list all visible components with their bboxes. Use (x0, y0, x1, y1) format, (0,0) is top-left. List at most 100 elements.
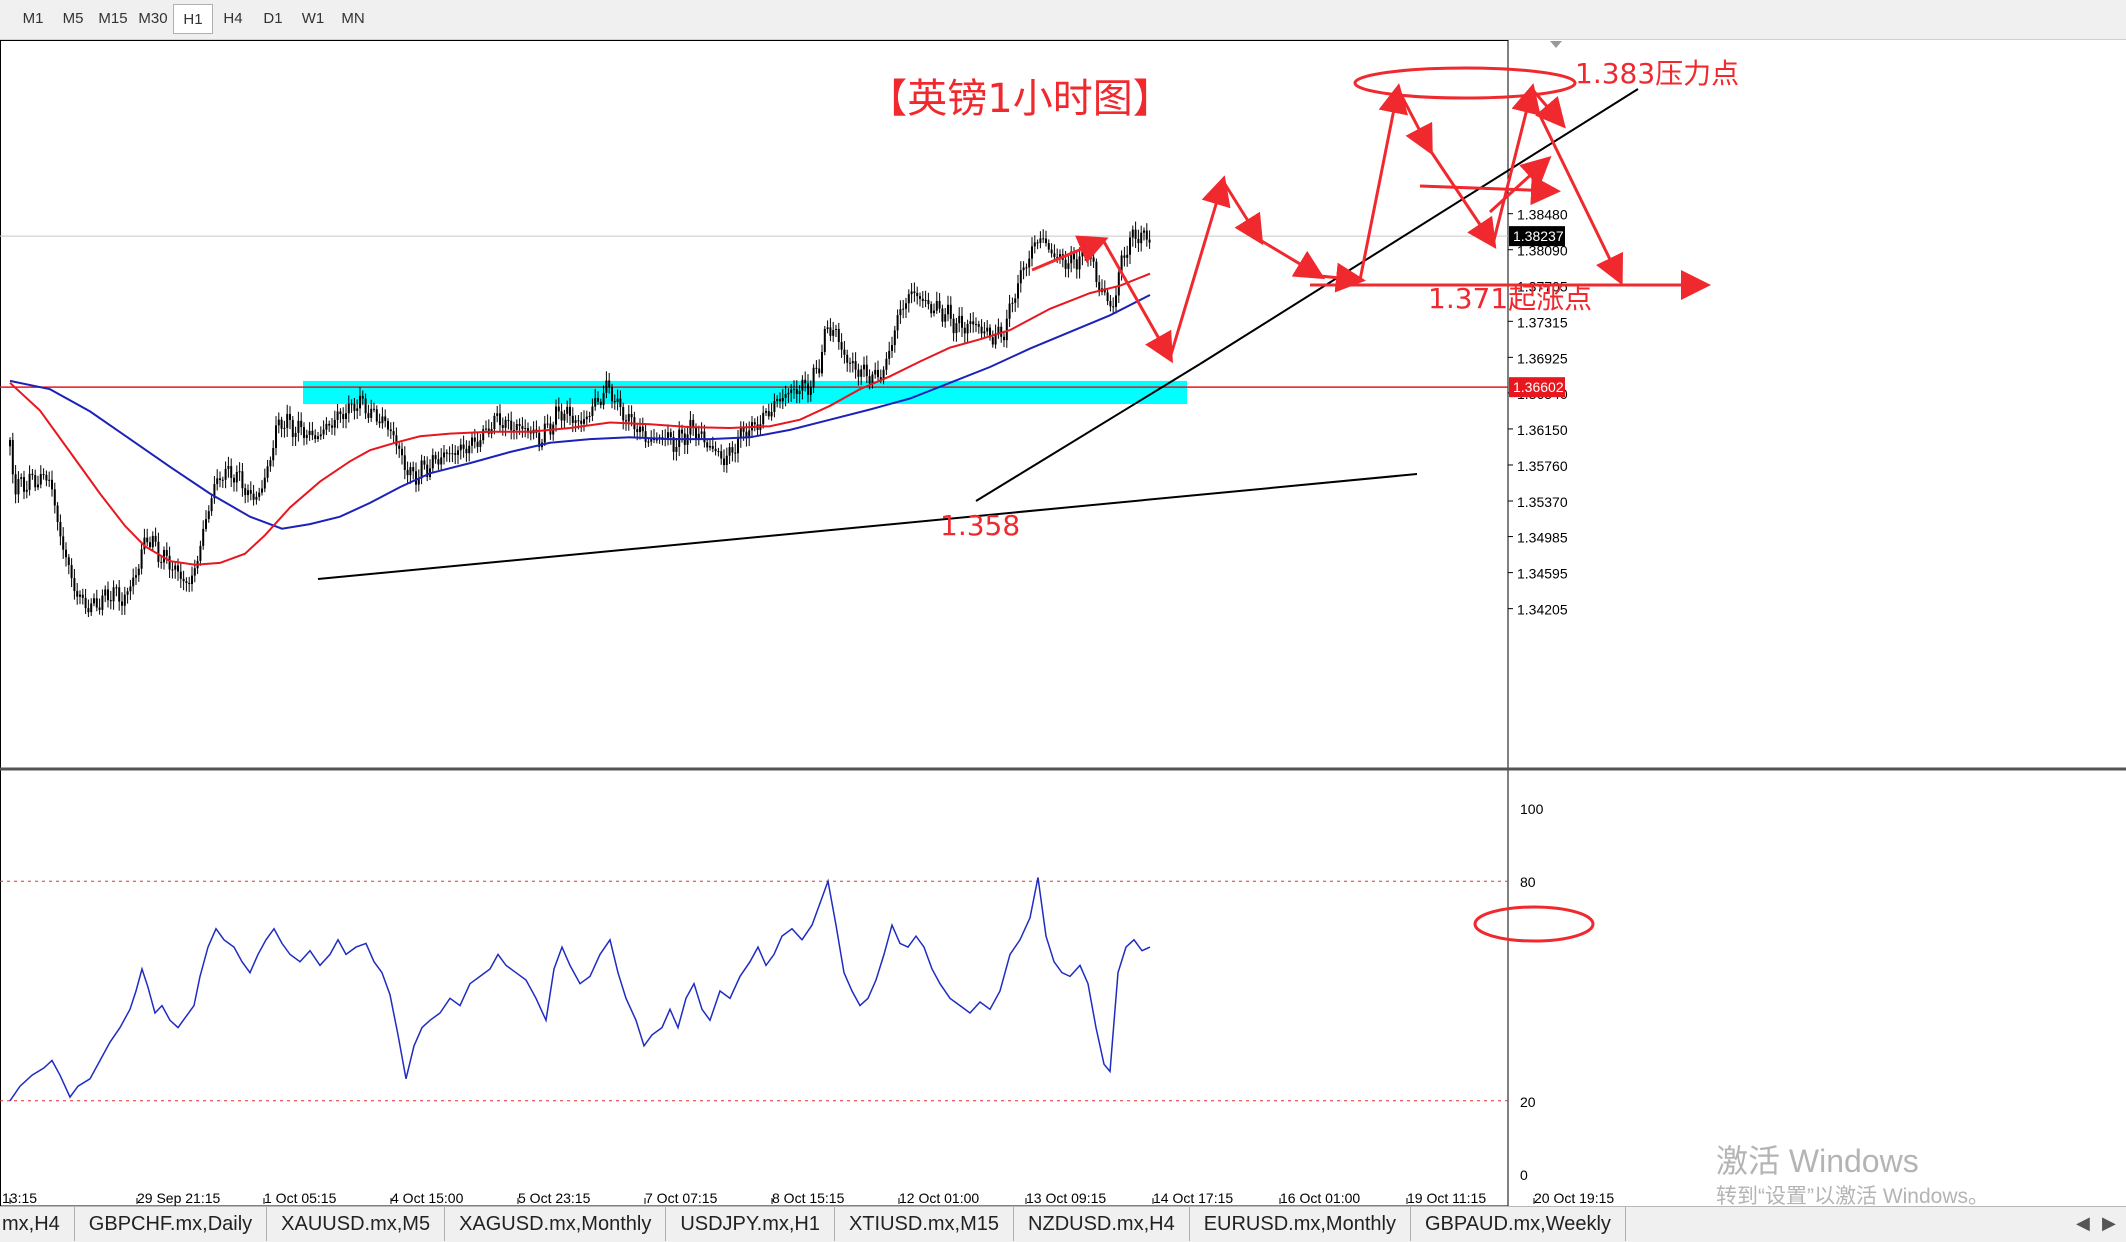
candle-body (667, 432, 669, 439)
candle-body (896, 315, 899, 331)
candle-body (969, 321, 972, 325)
candle-body (471, 437, 473, 446)
tab-scroll-right-icon[interactable]: ▶ (2102, 1213, 2116, 1234)
candle-body (1019, 270, 1022, 284)
candle-body (294, 432, 297, 438)
symbol-tab[interactable]: XTIUSD.mx,M15 (835, 1207, 1015, 1241)
candle-body (753, 422, 756, 425)
candle-body (868, 376, 871, 384)
candle-body (314, 435, 317, 439)
candle-body (207, 511, 210, 520)
symbol-tab[interactable]: XAUUSD.mx,M5 (267, 1207, 446, 1241)
resistance-zone (303, 380, 1187, 404)
candle-body (874, 369, 877, 375)
candle-body (65, 549, 67, 558)
candle-body (1126, 254, 1129, 258)
candle-body (174, 565, 177, 570)
candle-body (807, 383, 809, 395)
time-axis-label: 5 Oct 23:15 (518, 1190, 591, 1206)
current-price-label: 1.38237 (1513, 228, 1564, 244)
timeframe-button-d1[interactable]: D1 (253, 4, 293, 34)
time-axis-label: 14 Oct 17:15 (1153, 1190, 1233, 1206)
candle-body (272, 448, 275, 461)
rsi-ellipse (1473, 905, 1595, 943)
candle-body (345, 413, 347, 419)
candle-body (493, 415, 496, 429)
candle-body (51, 479, 53, 490)
chart-area[interactable]: 1.384801.380901.377051.373151.369251.365… (0, 40, 2126, 1206)
candle-body (711, 445, 714, 449)
timeframe-button-m1[interactable]: M1 (13, 4, 53, 34)
timeframe-button-m15[interactable]: M15 (93, 4, 133, 34)
timeframe-button-w1[interactable]: W1 (293, 4, 333, 34)
candle-body (353, 403, 356, 411)
timeframe-button-h4[interactable]: H4 (213, 4, 253, 34)
rsi-tick-label: 20 (1520, 1094, 1536, 1110)
timeframe-button-mn[interactable]: MN (333, 4, 373, 34)
candle-body (420, 460, 423, 479)
candle-body (594, 398, 597, 407)
timeframe-button-m30[interactable]: M30 (133, 4, 173, 34)
candle-body (627, 413, 630, 422)
candle-body (476, 441, 479, 447)
candle-body (443, 452, 445, 458)
candle-body (765, 411, 767, 413)
candle-body (378, 421, 381, 424)
candle-body (1047, 243, 1050, 250)
candle-body (1017, 283, 1019, 299)
candle-body (28, 473, 31, 490)
candle-body (546, 423, 549, 425)
candle-body (165, 550, 168, 556)
candle-body (115, 587, 118, 589)
timeframe-button-m5[interactable]: M5 (53, 4, 93, 34)
candle-body (921, 298, 924, 302)
tab-scroll-left-icon[interactable]: ◀ (2076, 1213, 2090, 1234)
candle-body (258, 492, 261, 497)
candle-body (291, 419, 294, 438)
timeframe-toolbar: M1 M5 M15 M30 H1 H4 D1 W1 MN (0, 0, 2126, 40)
symbol-tab[interactable]: GBPAUD.mx,Weekly (1411, 1207, 1626, 1241)
candle-body (619, 398, 622, 408)
candle-body (622, 407, 625, 421)
timeframe-button-h1[interactable]: H1 (173, 4, 213, 34)
candle-body (350, 403, 353, 405)
rsi-tick-label: 80 (1520, 874, 1536, 890)
candle-body (1115, 295, 1117, 307)
rsi-tick-label: 0 (1520, 1167, 1528, 1183)
candle-body (34, 475, 37, 488)
candle-body (1025, 267, 1028, 269)
candle-body (364, 398, 367, 414)
symbol-tab[interactable]: USDJPY.mx,H1 (666, 1207, 835, 1241)
symbol-tab-bar: mx,H4 GBPCHF.mx,Daily XAUUSD.mx,M5 XAGUSD.m… (0, 1206, 2126, 1242)
trend-arrow (1221, 180, 1264, 246)
candle-body (398, 445, 401, 449)
candle-body (717, 451, 720, 453)
symbol-tab[interactable]: GBPCHF.mx,Daily (75, 1207, 268, 1241)
candle-body (574, 420, 577, 423)
candle-body (84, 597, 87, 609)
candle-body (182, 578, 185, 582)
candle-body (700, 431, 703, 434)
candle-body (412, 467, 415, 472)
annotation-label: 1.383压力点 (1575, 57, 1739, 90)
symbol-tab[interactable]: EURUSD.mx,Monthly (1190, 1207, 1411, 1241)
candle-body (9, 439, 11, 447)
candle-body (448, 453, 451, 455)
candle-body (1050, 249, 1053, 254)
candle-body (902, 308, 905, 310)
candle-body (798, 390, 801, 395)
symbol-tab[interactable]: mx,H4 (0, 1207, 75, 1241)
candle-body (126, 591, 129, 595)
candle-body (361, 395, 364, 399)
symbol-tab[interactable]: XAGUSD.mx,Monthly (445, 1207, 667, 1241)
candle-body (151, 535, 154, 548)
candle-body (885, 358, 888, 370)
candle-body (389, 429, 392, 432)
candle-body (17, 478, 20, 495)
annotation-label: 1.358 (940, 509, 1020, 542)
candle-body (919, 296, 921, 299)
symbol-tab[interactable]: NZDUSD.mx,H4 (1014, 1207, 1190, 1241)
candle-body (415, 471, 417, 485)
candle-body (681, 429, 683, 434)
activation-watermark-subtitle: 转到“设置”以激活 Windows。 (1716, 1185, 1990, 1208)
